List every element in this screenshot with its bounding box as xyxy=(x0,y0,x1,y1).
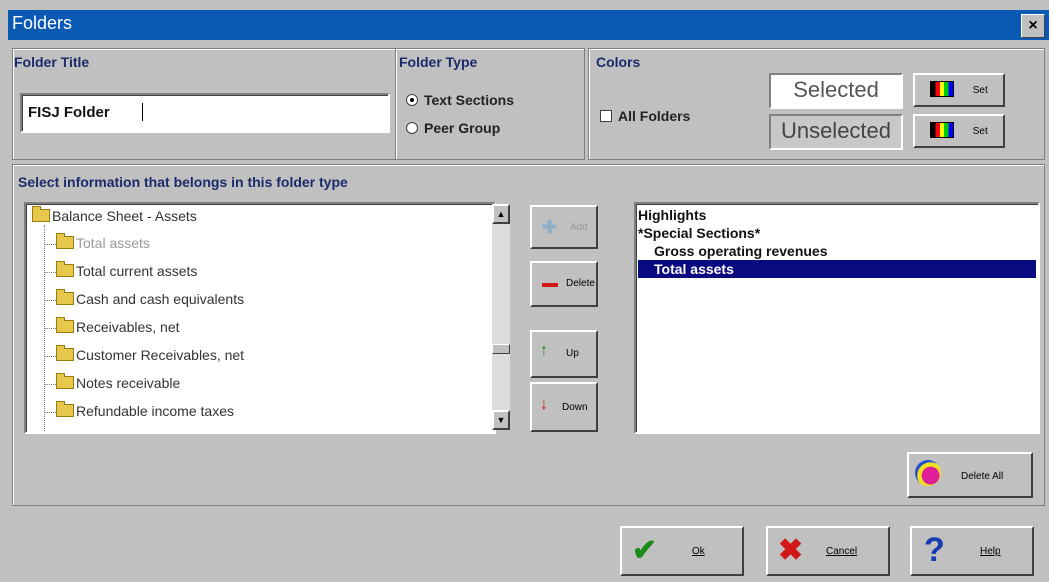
ok-button[interactable]: ✔ Ok xyxy=(620,526,744,576)
list-item[interactable]: Highlights xyxy=(638,206,706,224)
close-icon: × xyxy=(1028,17,1038,34)
help-button[interactable]: ? Help xyxy=(910,526,1034,576)
tree-branch xyxy=(44,384,56,385)
help-label: Help xyxy=(980,546,1001,557)
select-info-label: Select information that belongs in this … xyxy=(18,174,348,190)
delete-all-label: Delete All xyxy=(961,471,1004,482)
delete-button[interactable]: Delete xyxy=(530,261,598,307)
folder-icon xyxy=(32,206,50,222)
tree-item[interactable]: Receivables, net xyxy=(56,317,180,335)
down-button-label: Down xyxy=(562,402,588,413)
add-icon: ✚ xyxy=(542,217,558,237)
all-folders-checkbox[interactable]: All Folders xyxy=(600,108,690,124)
checkbox-icon xyxy=(600,110,612,122)
folder-icon xyxy=(56,233,74,249)
delete-button-label: Delete xyxy=(566,278,595,289)
up-button[interactable]: ↑ Up xyxy=(530,330,598,378)
folder-title-value: FISJ Folder xyxy=(28,104,110,121)
cancel-label: Cancel xyxy=(826,546,858,557)
arrow-down-icon: ↓ xyxy=(540,396,548,413)
color-palette-icon xyxy=(930,80,955,97)
tree-branch xyxy=(44,328,56,329)
tree-item[interactable]: Cash and cash equivalents xyxy=(56,289,245,307)
tree-root-label: Balance Sheet - Assets xyxy=(52,208,197,224)
tree-item[interactable]: Total current assets xyxy=(56,261,198,279)
tree-scrollbar[interactable] xyxy=(492,204,510,430)
tree-branch xyxy=(44,412,56,413)
list-item[interactable]: Gross operating revenues xyxy=(638,242,828,260)
tree-item[interactable]: Customer Receivables, net xyxy=(56,345,245,363)
selected-items-list[interactable]: Highlights *Special Sections* Gross oper… xyxy=(634,202,1040,434)
tree-item-label: Total assets xyxy=(76,235,150,251)
up-button-label: Up xyxy=(566,348,579,359)
set-button-label: Set xyxy=(972,126,988,137)
folder-icon xyxy=(56,401,74,417)
tree-item-label: Refundable income taxes xyxy=(76,403,234,419)
help-icon: ? xyxy=(924,531,945,569)
tree-item-label: Cash and cash equivalents xyxy=(76,291,245,307)
set-selected-color-button[interactable]: Set xyxy=(913,73,1005,107)
list-item[interactable]: *Special Sections* xyxy=(638,224,760,242)
add-button-label: Add xyxy=(570,222,588,233)
close-button[interactable]: × xyxy=(1021,14,1045,38)
tree-item[interactable]: Total assets xyxy=(56,233,150,251)
cancel-x-icon: ✖ xyxy=(778,534,804,567)
text-cursor xyxy=(142,103,143,121)
tree-item-label: Customer Receivables, net xyxy=(76,347,245,363)
minus-icon xyxy=(542,283,558,287)
arrow-up-icon: ↑ xyxy=(540,342,548,359)
add-button[interactable]: ✚ Add xyxy=(530,205,598,249)
set-unselected-color-button[interactable]: Set xyxy=(913,114,1005,148)
scroll-up-button[interactable]: ▲ xyxy=(492,204,510,224)
scroll-thumb[interactable] xyxy=(492,344,510,354)
tree-branch xyxy=(44,272,56,273)
folder-title-input[interactable]: FISJ Folder xyxy=(20,93,390,133)
window-title: Folders xyxy=(12,13,73,33)
folder-icon xyxy=(56,289,74,305)
radio-text-sections-label: Text Sections xyxy=(424,92,514,108)
tree-branch xyxy=(44,356,56,357)
title-bar: Folders × xyxy=(8,10,1049,40)
radio-selected-icon xyxy=(406,94,418,106)
colors-label: Colors xyxy=(596,54,641,70)
tree-root[interactable]: Balance Sheet - Assets xyxy=(32,206,197,224)
tree-item[interactable]: Refundable income taxes xyxy=(56,401,234,419)
tree-branch xyxy=(44,300,56,301)
folder-icon xyxy=(56,373,74,389)
set-button-label: Set xyxy=(972,85,988,96)
tree-content: Balance Sheet - Assets Total assets Tota… xyxy=(28,205,493,431)
delete-all-button[interactable]: Delete All xyxy=(907,452,1033,498)
unselected-color-sample: Unselected xyxy=(769,114,903,150)
cancel-button[interactable]: ✖ Cancel xyxy=(766,526,890,576)
folder-type-label: Folder Type xyxy=(399,54,478,70)
folder-title-label: Folder Title xyxy=(14,54,90,70)
radio-text-sections[interactable]: Text Sections xyxy=(406,92,514,108)
folder-icon xyxy=(56,345,74,361)
delete-all-icon xyxy=(915,460,941,486)
ok-label: Ok xyxy=(692,546,705,557)
folder-icon xyxy=(56,317,74,333)
selected-color-sample: Selected xyxy=(769,73,903,109)
tree-item-label: Receivables, net xyxy=(76,319,180,335)
folder-icon xyxy=(56,261,74,277)
tree-item-label: Total current assets xyxy=(76,263,198,279)
down-button[interactable]: ↓ Down xyxy=(530,382,598,432)
scroll-down-button[interactable]: ▼ xyxy=(492,410,510,430)
list-item-selected[interactable]: Total assets xyxy=(638,260,1036,278)
radio-peer-group-label: Peer Group xyxy=(424,120,501,136)
color-palette-icon xyxy=(930,121,955,138)
tree-item[interactable]: Notes receivable xyxy=(56,373,181,391)
tree-item-label: Notes receivable xyxy=(76,375,181,391)
checkmark-icon: ✔ xyxy=(632,534,658,567)
radio-peer-group[interactable]: Peer Group xyxy=(406,120,500,136)
tree-branch xyxy=(44,244,56,245)
all-folders-label: All Folders xyxy=(618,108,691,124)
folders-dialog: Folder Title FISJ Folder Folder Type Tex… xyxy=(8,40,1049,582)
radio-unselected-icon xyxy=(406,122,418,134)
